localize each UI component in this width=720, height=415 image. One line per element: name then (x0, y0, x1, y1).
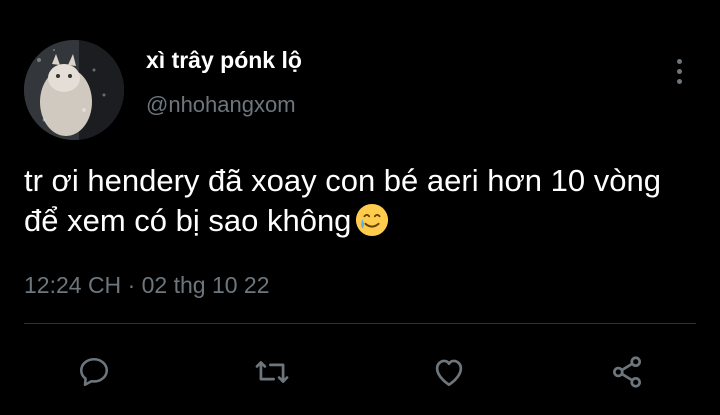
reply-icon (79, 357, 109, 387)
tweet-time: 12:24 CH (24, 272, 122, 298)
display-name[interactable]: xì trây pónk lộ (146, 47, 302, 74)
tweet-date: 02 thg 10 22 (141, 272, 270, 298)
share-icon (612, 356, 642, 388)
avatar-image (24, 40, 124, 140)
tweet-body: tr ơi hendery đã xoay con bé aeri hơn 10… (24, 163, 661, 238)
tweet-timestamp[interactable]: 12:24 CH · 02 thg 10 22 (24, 272, 270, 299)
retweet-icon (255, 361, 289, 383)
like-icon (435, 359, 463, 387)
meta-separator: · (127, 272, 136, 298)
smiling-face-with-tear-icon (355, 203, 389, 247)
tweet-text: tr ơi hendery đã xoay con bé aeri hơn 10… (24, 161, 684, 247)
like-button[interactable] (429, 352, 469, 392)
more-options-icon[interactable] (664, 54, 694, 88)
avatar[interactable] (24, 40, 124, 140)
retweet-button[interactable] (252, 352, 292, 392)
user-handle[interactable]: @nhohangxom (146, 92, 296, 118)
reply-button[interactable] (74, 352, 114, 392)
share-button[interactable] (607, 352, 647, 392)
divider (24, 323, 696, 324)
